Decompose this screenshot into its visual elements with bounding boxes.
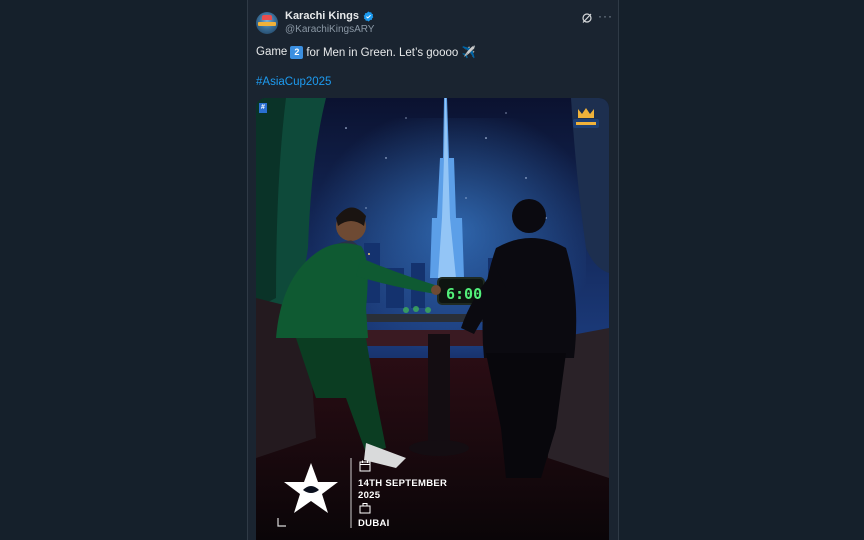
match-date-line1: 14TH SEPTEMBER xyxy=(358,478,448,489)
grok-icon[interactable] xyxy=(581,12,593,24)
campaign-badge: # xyxy=(259,103,267,113)
handle[interactable]: @KarachiKingsARY xyxy=(285,24,374,35)
match-date: 14TH SEPTEMBER 2025 xyxy=(358,478,447,502)
avatar-crown xyxy=(262,15,272,20)
karachi-kings-logo xyxy=(573,108,599,128)
more-icon[interactable]: ··· xyxy=(598,9,613,23)
tweet-text-start: Game xyxy=(256,46,288,58)
avatar[interactable] xyxy=(256,12,278,34)
avatar-stripe xyxy=(258,22,276,26)
left-backdrop xyxy=(0,0,247,540)
match-venue: DUBAI xyxy=(358,518,390,529)
display-name[interactable]: Karachi Kings xyxy=(285,10,359,22)
tweet-media-poster[interactable]: 6:00 # 14TH SEPTEMBER 2025 DUBAI xyxy=(256,98,609,540)
author-row: Karachi Kings xyxy=(285,10,374,22)
tweet-text-end: for Men in Green. Let’s goooo ✈️ xyxy=(306,47,476,59)
verified-badge-icon xyxy=(363,10,374,22)
clock-readout: 6:00 xyxy=(446,285,483,303)
match-date-line2: 2025 xyxy=(358,490,381,501)
poster-artwork xyxy=(256,98,609,540)
hashtag-link[interactable]: #AsiaCup2025 xyxy=(256,76,331,88)
calendar-icon xyxy=(359,460,371,472)
tweet-card[interactable]: Karachi Kings @KarachiKingsARY ··· Game … xyxy=(247,0,619,540)
tweet-text: Game 2 for Men in Green. Let’s goooo ✈️ xyxy=(256,45,476,59)
briefcase-icon xyxy=(359,503,371,514)
keycap-emoji: 2 xyxy=(290,45,304,59)
right-backdrop xyxy=(619,0,864,540)
